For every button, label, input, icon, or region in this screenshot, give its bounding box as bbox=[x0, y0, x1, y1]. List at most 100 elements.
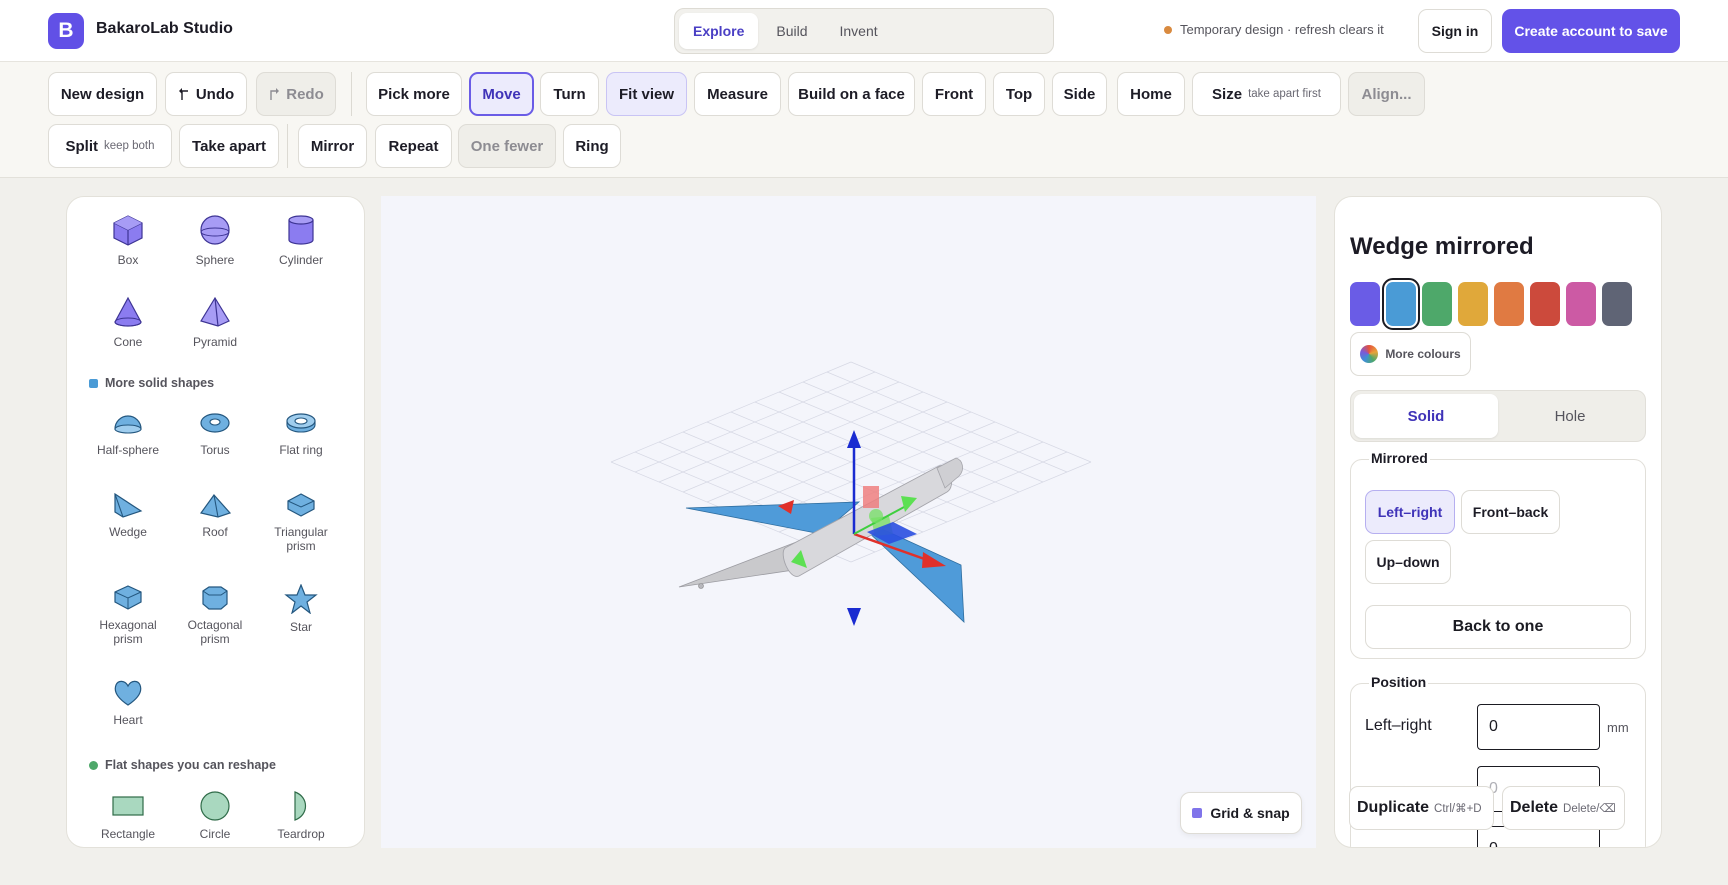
gizmo-center[interactable] bbox=[869, 509, 883, 523]
ring-button[interactable]: Ring bbox=[563, 124, 621, 168]
turn-button[interactable]: Turn bbox=[540, 72, 599, 116]
mirror-left-right-button[interactable]: Left–right bbox=[1365, 490, 1455, 534]
size-label: Size bbox=[1212, 85, 1243, 103]
fit-view-button[interactable]: Fit view bbox=[606, 72, 687, 116]
position-legend: Position bbox=[1369, 674, 1429, 690]
shape-label: Hexagonal prism bbox=[99, 618, 157, 646]
app-title: BakaroLab Studio bbox=[96, 20, 233, 37]
duplicate-button[interactable]: Duplicate Ctrl/⌘+D bbox=[1349, 786, 1494, 830]
measure-button[interactable]: Measure bbox=[694, 72, 781, 116]
shape-rectangle[interactable]: Rectangle bbox=[85, 791, 171, 841]
shape-flat-ring[interactable]: Flat ring bbox=[258, 409, 344, 457]
colour-swatch[interactable] bbox=[1494, 282, 1524, 326]
toolbar-divider bbox=[287, 124, 288, 168]
toolbar-divider bbox=[351, 72, 352, 116]
toolbar: New design Undo Redo Pick more Move Turn… bbox=[0, 62, 1728, 178]
box-icon bbox=[113, 215, 143, 246]
shape-label: Cone bbox=[113, 335, 143, 349]
more-colours-button[interactable]: More colours bbox=[1350, 332, 1471, 376]
3d-viewport[interactable] bbox=[381, 196, 1316, 848]
shape-hexagonal-prism[interactable]: Hexagonal prism bbox=[85, 584, 171, 646]
back-to-one-button[interactable]: Back to one bbox=[1365, 605, 1631, 649]
mirrored-legend: Mirrored bbox=[1369, 450, 1430, 466]
hole-option[interactable]: Hole bbox=[1498, 394, 1642, 438]
position-left-right-input[interactable]: 0 bbox=[1477, 704, 1600, 750]
size-hint: take apart first bbox=[1248, 88, 1321, 100]
delete-button[interactable]: Delete Delete/⌫ bbox=[1502, 786, 1625, 830]
home-view-button[interactable]: Home bbox=[1117, 72, 1185, 116]
flat-ring-icon bbox=[286, 413, 316, 433]
sign-in-button[interactable]: Sign in bbox=[1418, 9, 1492, 53]
colour-swatch[interactable] bbox=[1422, 282, 1452, 326]
mirror-front-back-button[interactable]: Front–back bbox=[1461, 490, 1560, 534]
create-account-button[interactable]: Create account to save bbox=[1502, 9, 1680, 53]
shape-sphere[interactable]: Sphere bbox=[172, 213, 258, 267]
shape-label: Roof bbox=[202, 525, 228, 539]
shape-half-sphere[interactable]: Half-sphere bbox=[85, 409, 171, 457]
top-bar: B BakaroLab Studio Explore Build Invent … bbox=[0, 0, 1728, 62]
shape-torus[interactable]: Torus bbox=[172, 409, 258, 457]
shape-roof[interactable]: Roof bbox=[172, 491, 258, 539]
take-apart-button[interactable]: Take apart bbox=[179, 124, 279, 168]
section-heading-text: Flat shapes you can reshape bbox=[105, 758, 276, 772]
tab-invent[interactable]: Invent bbox=[826, 13, 892, 49]
mode-tabs: Explore Build Invent bbox=[674, 8, 1054, 54]
gizmo-plane-xz[interactable] bbox=[863, 486, 879, 508]
tab-explore[interactable]: Explore bbox=[679, 13, 759, 49]
shape-cylinder[interactable]: Cylinder bbox=[258, 213, 344, 267]
more-colours-label: More colours bbox=[1385, 347, 1461, 361]
star-icon bbox=[284, 584, 318, 614]
shape-pyramid[interactable]: Pyramid bbox=[172, 295, 258, 349]
shape-wedge[interactable]: Wedge bbox=[85, 491, 171, 539]
colour-swatch[interactable] bbox=[1530, 282, 1560, 326]
circle-icon bbox=[200, 791, 230, 821]
duplicate-label: Duplicate bbox=[1357, 799, 1430, 816]
gizmo-arrow-down[interactable] bbox=[847, 608, 861, 626]
shape-triangular-prism[interactable]: Triangular prism bbox=[258, 491, 344, 553]
mirror-up-down-button[interactable]: Up–down bbox=[1365, 540, 1451, 584]
pick-more-button[interactable]: Pick more bbox=[366, 72, 462, 116]
solid-option[interactable]: Solid bbox=[1354, 394, 1498, 438]
size-button[interactable]: Size take apart first bbox=[1192, 72, 1341, 116]
shape-box[interactable]: Box bbox=[85, 213, 171, 267]
colour-wheel-icon bbox=[1360, 345, 1379, 363]
shape-star[interactable]: Star bbox=[258, 584, 344, 634]
one-fewer-button[interactable]: One fewer bbox=[458, 124, 556, 168]
colour-swatch[interactable] bbox=[1350, 282, 1380, 326]
shape-label: Star bbox=[289, 620, 312, 634]
shape-teardrop[interactable]: Teardrop bbox=[258, 791, 344, 841]
shape-label: Octagonal prism bbox=[187, 618, 243, 646]
front-view-button[interactable]: Front bbox=[922, 72, 986, 116]
repeat-button[interactable]: Repeat bbox=[375, 124, 452, 168]
build-on-face-button[interactable]: Build on a face bbox=[788, 72, 915, 116]
mirrored-group: Mirrored Left–right Front–back Up–down B… bbox=[1350, 450, 1646, 659]
shape-circle[interactable]: Circle bbox=[172, 791, 258, 841]
move-button[interactable]: Move bbox=[469, 72, 534, 116]
undo-button[interactable]: Undo bbox=[165, 72, 247, 116]
teardrop-icon bbox=[294, 791, 307, 821]
shape-octagonal-prism[interactable]: Octagonal prism bbox=[172, 584, 258, 646]
colour-swatch[interactable] bbox=[1458, 282, 1488, 326]
rectangle-icon bbox=[112, 796, 144, 816]
position-unit: mm bbox=[1607, 720, 1629, 735]
scene-canvas[interactable] bbox=[381, 196, 1316, 848]
colour-swatch[interactable] bbox=[1382, 278, 1420, 330]
colour-swatch[interactable] bbox=[1566, 282, 1596, 326]
half-sphere-icon bbox=[114, 415, 142, 434]
shape-cone[interactable]: Cone bbox=[85, 295, 171, 349]
mirror-button[interactable]: Mirror bbox=[298, 124, 367, 168]
new-design-button[interactable]: New design bbox=[48, 72, 157, 116]
duplicate-shortcut: Ctrl/⌘+D bbox=[1434, 803, 1482, 815]
side-view-button[interactable]: Side bbox=[1052, 72, 1107, 116]
colour-swatch[interactable] bbox=[1602, 282, 1632, 326]
redo-button[interactable]: Redo bbox=[256, 72, 336, 116]
align-button[interactable]: Align... bbox=[1348, 72, 1425, 116]
split-button[interactable]: Split keep both bbox=[48, 124, 172, 168]
shape-label: Wedge bbox=[109, 525, 147, 539]
tab-build[interactable]: Build bbox=[762, 13, 821, 49]
flat-shapes-heading: Flat shapes you can reshape bbox=[89, 758, 276, 772]
shape-heart[interactable]: Heart bbox=[85, 677, 171, 727]
grid-snap-button[interactable]: Grid & snap bbox=[1180, 792, 1302, 834]
section-heading-text: More solid shapes bbox=[105, 376, 215, 390]
top-view-button[interactable]: Top bbox=[993, 72, 1045, 116]
